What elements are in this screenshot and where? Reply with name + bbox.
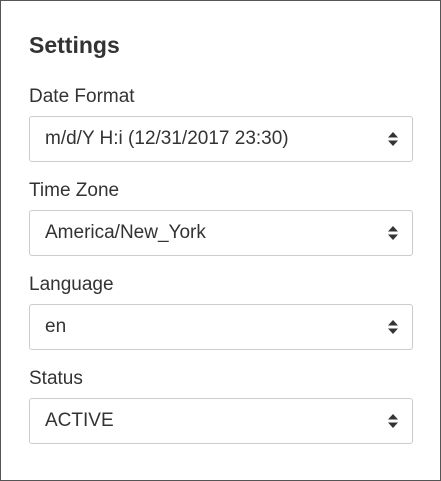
status-label: Status [29, 368, 83, 389]
time-zone-value: America/New_York [45, 222, 206, 243]
settings-panel: Settings Date Format m/d/Y H:i (12/31/20… [0, 0, 441, 481]
up-down-caret-icon [388, 226, 398, 240]
date-format-select[interactable]: m/d/Y H:i (12/31/2017 23:30) [29, 116, 413, 162]
date-format-label: Date Format [29, 86, 135, 107]
time-zone-label: Time Zone [29, 180, 120, 201]
status-value: ACTIVE [45, 410, 114, 431]
up-down-caret-icon [388, 414, 398, 428]
language-value: en [45, 316, 67, 337]
date-format-value: m/d/Y H:i (12/31/2017 23:30) [45, 128, 289, 149]
settings-title: Settings [29, 32, 120, 58]
time-zone-select[interactable]: America/New_York [29, 210, 413, 256]
language-label: Language [29, 274, 114, 295]
language-select[interactable]: en [29, 304, 413, 350]
status-select[interactable]: ACTIVE [29, 398, 413, 444]
up-down-caret-icon [388, 320, 398, 334]
up-down-caret-icon [388, 132, 398, 146]
